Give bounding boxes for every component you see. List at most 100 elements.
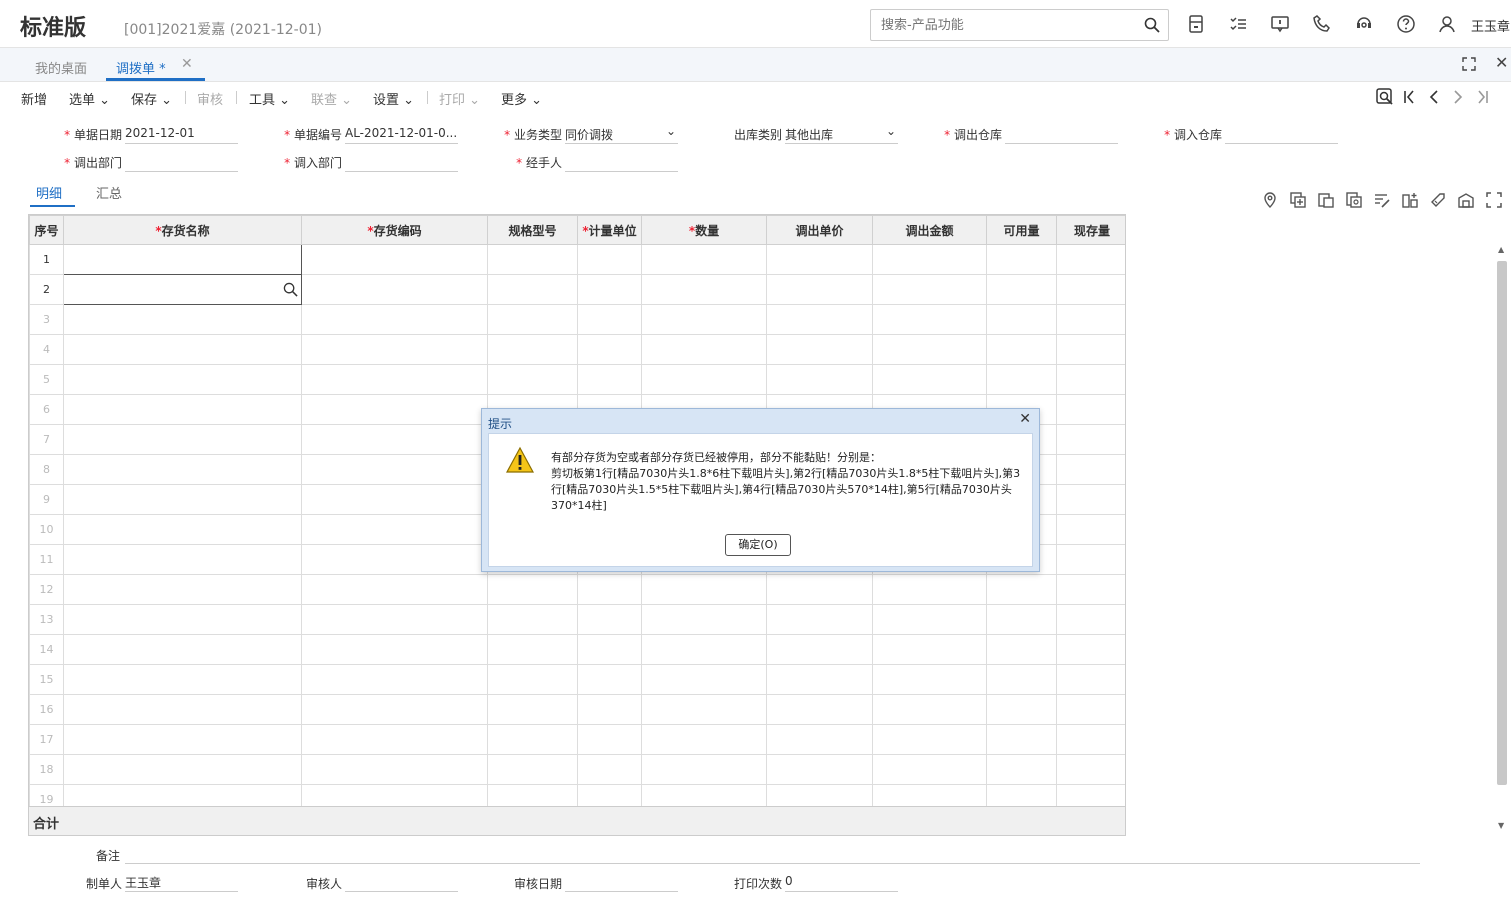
grid-cell[interactable] xyxy=(577,244,642,275)
grid-cell[interactable] xyxy=(577,634,642,665)
grid-cell[interactable] xyxy=(301,364,488,395)
grid-cell[interactable] xyxy=(766,334,873,365)
grid-cell[interactable] xyxy=(986,724,1057,755)
grid-cell[interactable] xyxy=(766,754,873,785)
grid-cell[interactable] xyxy=(577,754,642,785)
table-row[interactable]: 16 xyxy=(29,694,1125,725)
paste-icon[interactable] xyxy=(1317,191,1335,209)
calculator-icon[interactable] xyxy=(1186,14,1206,34)
maximize-icon[interactable] xyxy=(1462,57,1476,71)
grid-cell[interactable] xyxy=(301,634,488,665)
query-button[interactable]: 联查 ⌄ xyxy=(311,89,352,108)
table-row[interactable]: 17 xyxy=(29,724,1125,755)
grid-cell[interactable] xyxy=(63,244,302,275)
grid-cell[interactable] xyxy=(986,334,1057,365)
grid-cell[interactable] xyxy=(487,274,578,305)
table-row[interactable]: 3 xyxy=(29,304,1125,335)
search-box[interactable] xyxy=(870,9,1169,41)
grid-cell[interactable] xyxy=(872,754,987,785)
grid-cell[interactable] xyxy=(577,724,642,755)
location-icon[interactable] xyxy=(1261,191,1279,209)
grid-cell[interactable] xyxy=(577,274,642,305)
grid-cell[interactable] xyxy=(766,364,873,395)
grid-cell[interactable] xyxy=(487,604,578,635)
grid-cell[interactable] xyxy=(577,304,642,335)
grid-cell[interactable] xyxy=(986,694,1057,725)
grid-cell[interactable] xyxy=(487,364,578,395)
grid-cell[interactable] xyxy=(872,664,987,695)
grid-cell[interactable] xyxy=(766,604,873,635)
table-row[interactable]: 4 xyxy=(29,334,1125,365)
remark-field[interactable] xyxy=(125,844,1420,864)
grid-cell[interactable] xyxy=(301,574,488,605)
search-icon[interactable] xyxy=(283,282,298,297)
column-settings-icon[interactable] xyxy=(1401,191,1419,209)
grid-cell[interactable] xyxy=(1056,754,1125,785)
grid-cell[interactable] xyxy=(1056,334,1125,365)
grid-cell[interactable] xyxy=(1056,574,1125,605)
grid-cell[interactable] xyxy=(872,274,987,305)
grid-cell[interactable] xyxy=(641,724,767,755)
grid-cell[interactable] xyxy=(872,634,987,665)
grid-cell[interactable] xyxy=(641,574,767,605)
table-row[interactable]: 15 xyxy=(29,664,1125,695)
grid-cell[interactable] xyxy=(766,664,873,695)
grid-cell[interactable] xyxy=(872,304,987,335)
grid-cell[interactable] xyxy=(63,574,302,605)
doc-no-field[interactable]: AL-2021-12-01-0... xyxy=(345,124,458,144)
grid-cell[interactable] xyxy=(986,364,1057,395)
grid-cell[interactable] xyxy=(986,574,1057,605)
table-row[interactable]: 1 xyxy=(29,244,1125,275)
grid-cell[interactable] xyxy=(1056,484,1125,515)
grid-cell[interactable] xyxy=(577,334,642,365)
scrollbar-thumb[interactable] xyxy=(1497,261,1507,785)
grid-cell[interactable] xyxy=(301,394,488,425)
grid-cell[interactable] xyxy=(1056,604,1125,635)
copy-row-icon[interactable] xyxy=(1345,191,1363,209)
find-icon[interactable] xyxy=(1376,88,1394,106)
ok-button[interactable]: 确定(O) xyxy=(725,534,791,556)
in-warehouse-field[interactable] xyxy=(1225,124,1338,144)
previous-record-icon[interactable] xyxy=(1425,88,1443,106)
grid-cell[interactable] xyxy=(487,334,578,365)
out-type-select[interactable]: 其他出库 ⌄ xyxy=(785,124,898,144)
grid-cell[interactable] xyxy=(1056,304,1125,335)
grid-cell[interactable] xyxy=(63,454,302,485)
last-record-icon[interactable] xyxy=(1473,88,1491,106)
grid-cell[interactable] xyxy=(63,664,302,695)
grid-cell[interactable] xyxy=(63,754,302,785)
grid-cell[interactable] xyxy=(301,244,488,275)
review-button[interactable]: 审核 xyxy=(197,89,223,108)
grid-cell[interactable] xyxy=(63,724,302,755)
new-button[interactable]: 新增 xyxy=(21,89,47,108)
grid-cell[interactable] xyxy=(641,274,767,305)
col-header[interactable]: 调出金额 xyxy=(872,215,987,245)
col-header[interactable]: 现存量 xyxy=(1056,215,1125,245)
grid-cell[interactable] xyxy=(1056,394,1125,425)
grid-cell[interactable] xyxy=(872,604,987,635)
grid-cell[interactable] xyxy=(301,604,488,635)
grid-cell[interactable] xyxy=(641,634,767,665)
out-warehouse-field[interactable] xyxy=(1005,124,1118,144)
grid-cell[interactable] xyxy=(872,724,987,755)
col-header[interactable]: 调出单价 xyxy=(766,215,873,245)
grid-cell[interactable] xyxy=(487,724,578,755)
grid-cell[interactable] xyxy=(577,604,642,635)
table-row[interactable]: 12 xyxy=(29,574,1125,605)
grid-cell[interactable] xyxy=(301,754,488,785)
in-dept-field[interactable] xyxy=(345,152,458,172)
save-button[interactable]: 保存 ⌄ xyxy=(131,89,172,108)
grid-cell[interactable] xyxy=(766,304,873,335)
vertical-scrollbar[interactable]: ▲ ▼ xyxy=(1495,245,1509,833)
grid-cell[interactable] xyxy=(301,274,488,305)
grid-cell[interactable] xyxy=(1056,364,1125,395)
grid-cell[interactable] xyxy=(63,424,302,455)
grid-cell[interactable] xyxy=(641,334,767,365)
user-icon[interactable] xyxy=(1437,14,1457,34)
help-icon[interactable] xyxy=(1396,14,1416,34)
out-dept-field[interactable] xyxy=(125,152,238,172)
table-row[interactable]: 18 xyxy=(29,754,1125,785)
col-header[interactable]: *数量 xyxy=(641,215,767,245)
grid-cell[interactable] xyxy=(301,724,488,755)
grid-cell[interactable] xyxy=(301,664,488,695)
